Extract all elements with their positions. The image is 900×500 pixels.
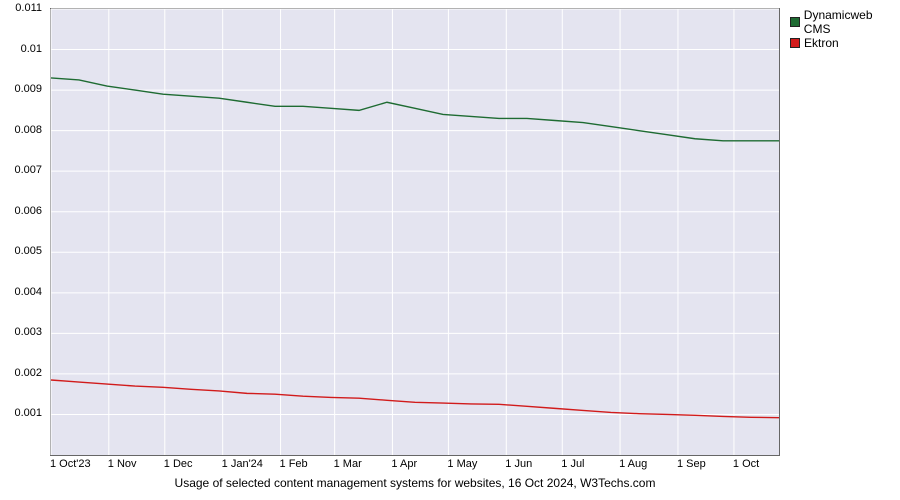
x-tick-label: 1 May	[447, 458, 477, 470]
chart-container: 0.001 0.002 0.003 0.004 0.005 0.006 0.007 0.008…	[0, 0, 900, 500]
x-tick-label: 1 Oct'23	[50, 458, 91, 470]
x-tick-label: 1 Jan'24	[222, 458, 263, 470]
legend-item-1: Ektron	[790, 36, 900, 50]
y-tick-label: 0.008	[14, 124, 42, 136]
x-tick-label: 1 Aug	[619, 458, 647, 470]
x-tick-label: 1 Feb	[280, 458, 308, 470]
plot-svg	[51, 9, 779, 455]
y-tick-label: 0.011	[15, 2, 42, 14]
grid-lines	[51, 9, 779, 455]
y-tick-label: 0.01	[21, 43, 42, 55]
y-tick-label: 0.004	[14, 286, 42, 298]
y-tick-label: 0.006	[14, 205, 42, 217]
x-tick-label: 1 Mar	[334, 458, 362, 470]
x-tick-label: 1 Apr	[391, 458, 417, 470]
series-line-1	[51, 380, 779, 418]
y-tick-label: 0.002	[14, 367, 42, 379]
y-tick-label: 0.005	[14, 245, 42, 257]
y-tick-label: 0.007	[14, 164, 42, 176]
x-axis-ticks: 1 Oct'23 1 Nov 1 Dec 1 Jan'24 1 Feb 1 Mar 1 Ap…	[50, 458, 780, 474]
legend-swatch-icon	[790, 38, 800, 48]
x-tick-label: 1 Oct	[733, 458, 759, 470]
series-group	[51, 78, 779, 418]
y-tick-label: 0.001	[14, 407, 42, 419]
x-tick-label: 1 Jul	[561, 458, 584, 470]
legend-item-0: Dynamicweb CMS	[790, 8, 900, 36]
legend-label: Ektron	[804, 36, 839, 50]
chart-caption: Usage of selected content management sys…	[50, 476, 780, 490]
x-tick-label: 1 Dec	[164, 458, 193, 470]
y-tick-label: 0.003	[14, 326, 42, 338]
y-tick-label: 0.009	[14, 83, 42, 95]
legend-swatch-icon	[790, 17, 800, 27]
legend-label: Dynamicweb CMS	[804, 8, 900, 36]
x-tick-label: 1 Jun	[505, 458, 532, 470]
x-tick-label: 1 Sep	[677, 458, 706, 470]
series-line-0	[51, 78, 779, 141]
legend: Dynamicweb CMS Ektron	[790, 8, 900, 50]
y-axis-ticks: 0.001 0.002 0.003 0.004 0.005 0.006 0.007 0.008…	[0, 8, 46, 456]
x-tick-label: 1 Nov	[108, 458, 137, 470]
plot-area	[50, 8, 780, 456]
